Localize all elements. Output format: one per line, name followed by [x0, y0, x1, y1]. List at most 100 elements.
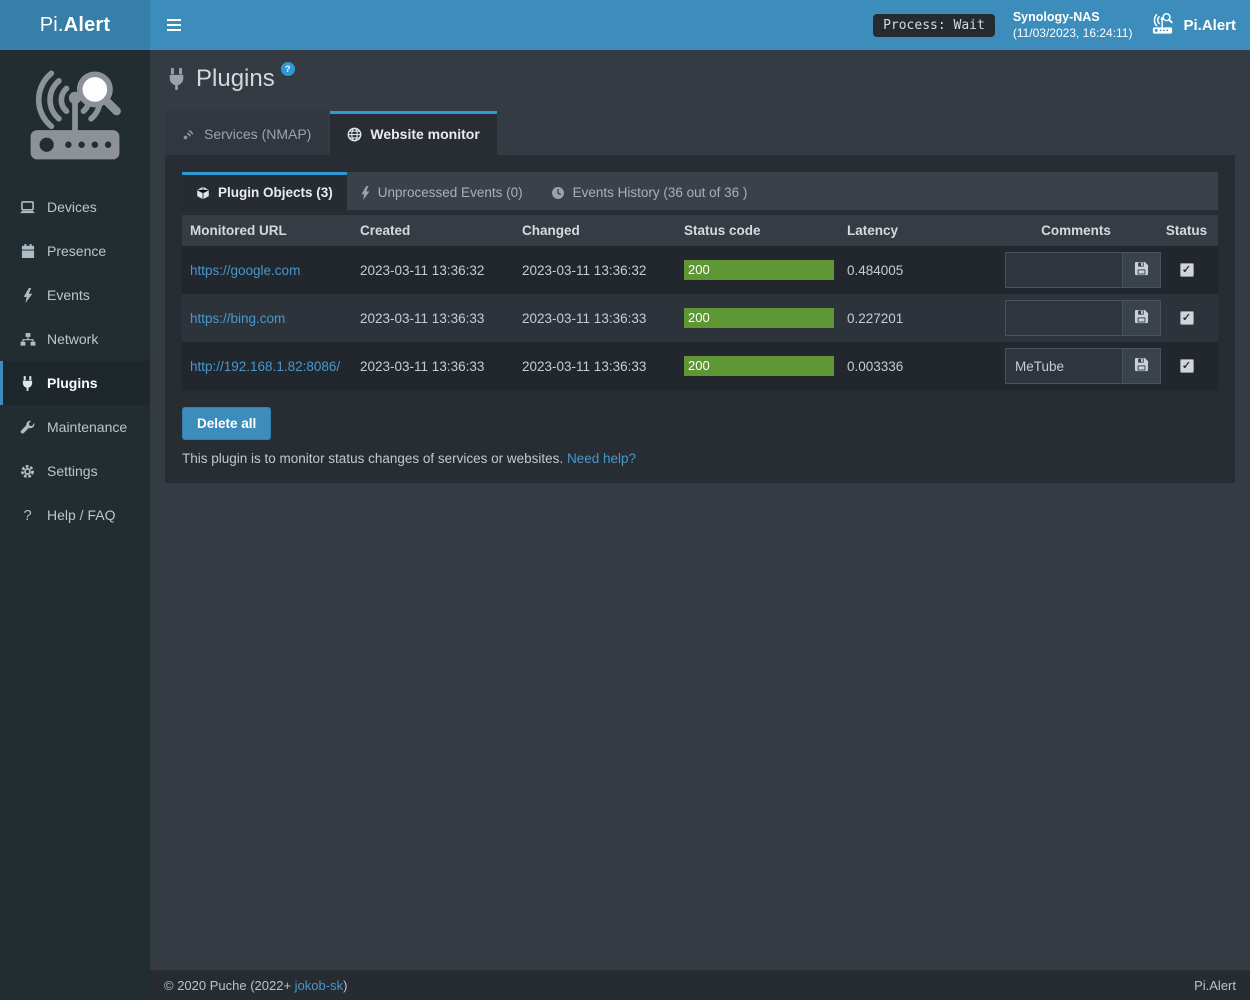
cube-icon	[196, 186, 210, 200]
comment-input-group	[1005, 348, 1161, 384]
table-row: http://192.168.1.82:8086/ 2023-03-11 13:…	[182, 342, 1218, 390]
plugin-tabs: Services (NMAP) Website monitor	[165, 111, 1235, 155]
monitored-url-link[interactable]: https://bing.com	[190, 311, 285, 326]
table-row: https://bing.com 2023-03-11 13:36:33 202…	[182, 294, 1218, 342]
brand-prefix: Pi.	[40, 14, 64, 36]
sidebar-item-label: Presence	[47, 243, 106, 259]
website-monitor-panel: Plugin Objects (3) Unprocessed Events (0…	[165, 155, 1235, 483]
clock-icon	[551, 186, 565, 200]
status-code-bar: 200	[684, 308, 834, 328]
author-link[interactable]: jokob-sk	[295, 978, 343, 993]
router-logo-icon	[1150, 11, 1175, 40]
laptop-icon	[18, 201, 37, 214]
created-cell: 2023-03-11 13:36:32	[352, 246, 514, 294]
process-status-badge: Process: Wait	[873, 14, 995, 37]
tab-unprocessed-events[interactable]: Unprocessed Events (0)	[347, 172, 537, 210]
sidebar-router-logo-icon	[0, 50, 150, 181]
sidebar-item-network[interactable]: Network	[0, 317, 150, 361]
sidebar-item-plugins[interactable]: Plugins	[0, 361, 150, 405]
latency-cell: 0.484005	[839, 246, 997, 294]
comment-input-group	[1005, 300, 1161, 336]
page-header: Plugins ?	[167, 64, 1235, 95]
col-comments: Comments	[997, 215, 1155, 246]
comment-input[interactable]	[1006, 301, 1122, 335]
status-checkbox[interactable]: ✓	[1180, 263, 1194, 277]
col-created: Created	[352, 215, 514, 246]
latency-cell: 0.003336	[839, 342, 997, 390]
sidebar-item-label: Maintenance	[47, 419, 127, 435]
sidebar-item-settings[interactable]: Settings	[0, 449, 150, 493]
plugin-description: This plugin is to monitor status changes…	[182, 451, 1218, 466]
sidebar-item-label: Events	[47, 287, 90, 303]
tab-label: Services (NMAP)	[204, 126, 311, 142]
delete-all-button[interactable]: Delete all	[182, 407, 271, 440]
status-checkbox[interactable]: ✓	[1180, 311, 1194, 325]
col-latency: Latency	[839, 215, 997, 246]
status-checkbox[interactable]: ✓	[1180, 359, 1194, 373]
sidebar-item-label: Plugins	[47, 375, 98, 391]
status-code-bar: 200	[684, 356, 834, 376]
monitored-url-link[interactable]: https://google.com	[190, 263, 300, 278]
save-button[interactable]	[1122, 349, 1160, 383]
sidebar: Devices Presence Events Network Plugins	[0, 50, 150, 1000]
need-help-link[interactable]: Need help?	[567, 451, 636, 466]
host-time: (11/03/2023, 16:24:11)	[1013, 25, 1133, 41]
footer-copyright-text: © 2020 Puche (2022+	[164, 978, 295, 993]
save-icon	[1134, 261, 1149, 279]
nmap-icon	[182, 127, 196, 141]
col-status-code: Status code	[676, 215, 839, 246]
sidebar-item-events[interactable]: Events	[0, 273, 150, 317]
save-button[interactable]	[1122, 301, 1160, 335]
sidebar-item-devices[interactable]: Devices	[0, 185, 150, 229]
col-status: Status	[1155, 215, 1218, 246]
host-name: Synology-NAS	[1013, 9, 1133, 25]
globe-icon	[347, 127, 362, 142]
plugin-inner-tabs: Plugin Objects (3) Unprocessed Events (0…	[182, 172, 1218, 210]
tab-label: Website monitor	[370, 126, 479, 142]
host-info: Synology-NAS (11/03/2023, 16:24:11)	[1013, 9, 1133, 41]
created-cell: 2023-03-11 13:36:33	[352, 342, 514, 390]
navbar-app-name: Pi.Alert	[1183, 17, 1236, 34]
sidebar-item-presence[interactable]: Presence	[0, 229, 150, 273]
brand-logo[interactable]: Pi.Alert	[0, 0, 150, 50]
navbar-right-group: Process: Wait Synology-NAS (11/03/2023, …	[873, 9, 1240, 41]
plug-icon	[18, 376, 37, 391]
bolt-icon	[361, 186, 370, 200]
sidebar-item-maintenance[interactable]: Maintenance	[0, 405, 150, 449]
tab-plugin-objects[interactable]: Plugin Objects (3)	[182, 172, 347, 210]
sidebar-item-label: Network	[47, 331, 98, 347]
tab-label: Plugin Objects (3)	[218, 185, 333, 200]
tab-events-history[interactable]: Events History (36 out of 36 )	[537, 172, 762, 210]
footer-brand: Pi.Alert	[1194, 978, 1236, 993]
save-icon	[1134, 357, 1149, 375]
tab-website-monitor[interactable]: Website monitor	[330, 111, 496, 160]
tab-services-nmap[interactable]: Services (NMAP)	[165, 111, 328, 155]
sidebar-item-label: Help / FAQ	[47, 507, 115, 523]
changed-cell: 2023-03-11 13:36:33	[514, 294, 676, 342]
sidebar-item-help[interactable]: ? Help / FAQ	[0, 493, 150, 537]
comment-input[interactable]	[1006, 253, 1122, 287]
main-content: Plugins ? Services (NMAP) Website monito…	[150, 50, 1250, 970]
monitored-url-link[interactable]: http://192.168.1.82:8086/	[190, 359, 340, 374]
top-navbar: Pi.Alert Process: Wait Synology-NAS (11/…	[0, 0, 1250, 50]
comment-input[interactable]	[1006, 349, 1122, 383]
question-icon: ?	[18, 507, 37, 524]
sidebar-item-label: Settings	[47, 463, 98, 479]
tab-label: Events History (36 out of 36 )	[573, 185, 748, 200]
save-icon	[1134, 309, 1149, 327]
navbar-app-brand[interactable]: Pi.Alert	[1150, 11, 1240, 40]
navbar-main: Process: Wait Synology-NAS (11/03/2023, …	[150, 0, 1250, 50]
help-badge[interactable]: ?	[281, 62, 295, 76]
col-changed: Changed	[514, 215, 676, 246]
gear-icon	[18, 464, 37, 479]
save-button[interactable]	[1122, 253, 1160, 287]
hamburger-icon[interactable]	[166, 10, 196, 40]
plugin-description-text: This plugin is to monitor status changes…	[182, 451, 563, 466]
table-row: https://google.com 2023-03-11 13:36:32 2…	[182, 246, 1218, 294]
changed-cell: 2023-03-11 13:36:33	[514, 342, 676, 390]
brand-bold: Alert	[64, 14, 111, 36]
page-title: Plugins	[196, 64, 275, 94]
tab-label: Unprocessed Events (0)	[378, 185, 523, 200]
created-cell: 2023-03-11 13:36:33	[352, 294, 514, 342]
latency-cell: 0.227201	[839, 294, 997, 342]
